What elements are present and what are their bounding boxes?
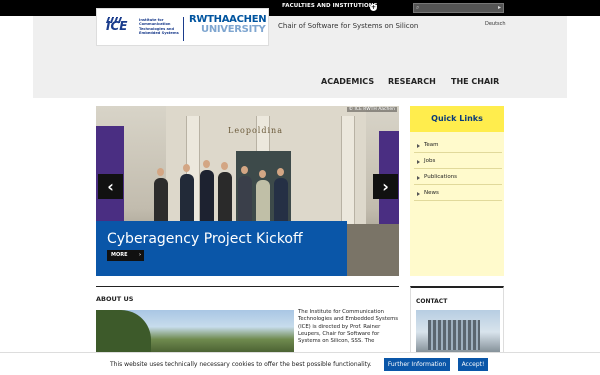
photo-person [274, 178, 288, 226]
photo-person [180, 174, 194, 226]
photo-head [259, 170, 266, 178]
quick-links-title: Quick Links [410, 106, 504, 132]
nav-academics[interactable]: ACADEMICS [321, 77, 374, 86]
photo-credit: © ICE RWTH Aachen [346, 107, 397, 112]
photo-head [157, 168, 164, 176]
photo-person [200, 170, 214, 226]
quick-link-news[interactable]: News [414, 186, 502, 201]
logo-block[interactable]: ICE Institute for Communication Technolo… [96, 8, 269, 46]
quick-link-jobs[interactable]: Jobs [414, 154, 502, 169]
photo-head [221, 162, 228, 170]
about-text: The Institute for Communication Technolo… [298, 309, 399, 345]
photo-person [238, 176, 252, 226]
building-sign: Leopoldina [228, 126, 283, 135]
chevron-right-icon[interactable]: › [373, 174, 398, 199]
about-photo [96, 310, 294, 352]
photo-column [341, 116, 355, 226]
photo-person [154, 178, 168, 226]
photo-head [203, 160, 210, 168]
more-label: MORE [111, 252, 128, 258]
chair-title[interactable]: Chair of Software for Systems on Silicon [278, 22, 418, 30]
slide-caption: Cyberagency Project Kickoff MORE › [96, 221, 347, 276]
photo-person [256, 180, 270, 226]
quick-links-panel: Quick Links Team Jobs Publications News [410, 106, 504, 276]
search-input[interactable]: ⌕ ▸ [413, 3, 504, 13]
accept-button[interactable]: Accept! [458, 358, 488, 371]
contact-title: CONTACT [416, 298, 448, 305]
photo-tree [96, 310, 151, 352]
further-information-button[interactable]: Further Information [384, 358, 450, 371]
cookie-banner: This website uses technically necessary … [0, 352, 600, 375]
ice-full-name: Institute for Communication Technologies… [139, 18, 179, 36]
search-submit-icon[interactable]: ▸ [498, 4, 501, 11]
language-link[interactable]: Deutsch [485, 21, 506, 27]
quick-link-publications[interactable]: Publications [414, 170, 502, 185]
cookie-message: This website uses technically necessary … [110, 361, 372, 368]
quick-link-team[interactable]: Team [414, 138, 502, 153]
more-button[interactable]: MORE › [107, 250, 144, 261]
logo-divider [183, 17, 184, 41]
slide-title[interactable]: Cyberagency Project Kickoff [107, 231, 303, 247]
photo-person [218, 172, 232, 226]
top-bar: FACULTIES AND INSTITUTIONS + ⌕ ▸ [0, 0, 600, 16]
about-divider [96, 286, 399, 287]
ice-logo: ICE [106, 19, 128, 33]
photo-building [428, 320, 480, 350]
arrow-right-icon: › [138, 252, 141, 258]
about-title: ABOUT US [96, 295, 134, 303]
search-icon: ⌕ [416, 4, 420, 11]
photo-head [277, 168, 284, 176]
nav-the-chair[interactable]: THE CHAIR [451, 77, 499, 86]
faculties-menu[interactable]: FACULTIES AND INSTITUTIONS [282, 3, 378, 9]
rwth-logo-line2: UNIVERSITY [201, 24, 266, 35]
nav-research[interactable]: RESEARCH [388, 77, 436, 86]
chevron-left-icon[interactable]: ‹ [98, 174, 123, 199]
plus-icon[interactable]: + [370, 4, 377, 11]
photo-head [241, 166, 248, 174]
contact-photo [416, 310, 500, 354]
photo-head [183, 164, 190, 172]
contact-panel: CONTACT [410, 286, 504, 356]
